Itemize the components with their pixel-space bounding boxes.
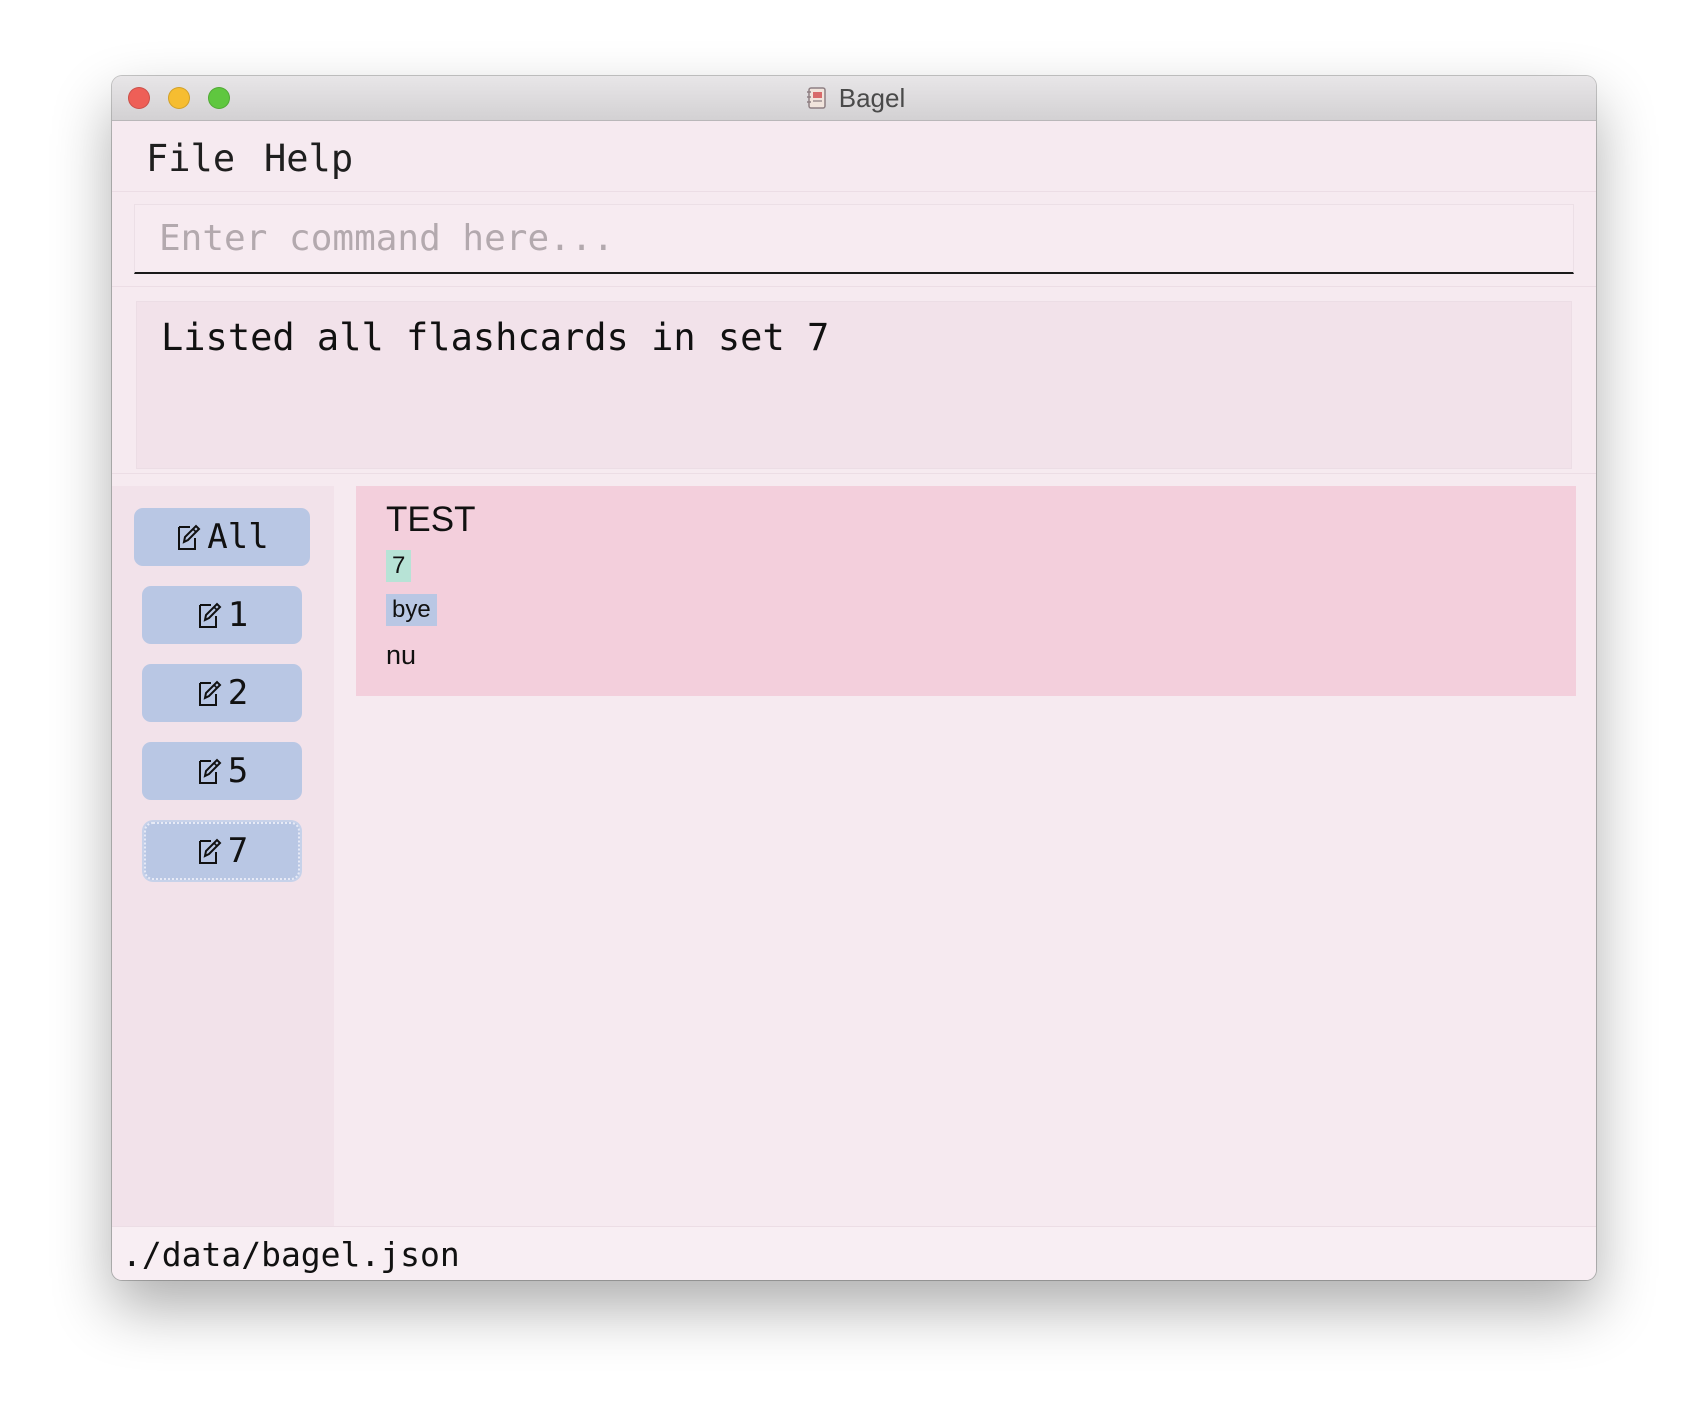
set-button-all[interactable]: All bbox=[134, 508, 310, 566]
window-title: Bagel bbox=[838, 82, 906, 113]
set-tag-row: 7 bbox=[386, 550, 1546, 594]
status-bar: ./data/bagel.json bbox=[112, 1226, 1596, 1280]
flashcard-answer: nu bbox=[386, 640, 417, 670]
result-display-area: Listed all flashcards in set 7 bbox=[112, 287, 1596, 474]
edit-icon bbox=[196, 756, 222, 786]
edit-icon bbox=[175, 522, 201, 552]
set-label: 5 bbox=[227, 751, 249, 791]
set-sidebar: All 1 2 5 7 bbox=[112, 486, 334, 1226]
set-button-5[interactable]: 5 bbox=[142, 742, 302, 800]
flashcard-title: TEST bbox=[386, 500, 476, 539]
menu-bar: File Help bbox=[112, 121, 1596, 192]
tag-row: bye bbox=[386, 594, 1546, 638]
title-bar[interactable]: Bagel bbox=[112, 76, 1596, 121]
set-button-1[interactable]: 1 bbox=[142, 586, 302, 644]
set-label: 2 bbox=[227, 673, 249, 713]
command-box-area bbox=[112, 192, 1596, 287]
result-display: Listed all flashcards in set 7 bbox=[136, 301, 1572, 469]
menu-file[interactable]: File bbox=[142, 133, 239, 184]
set-button-2[interactable]: 2 bbox=[142, 664, 302, 722]
flashcard-tag: bye bbox=[386, 594, 437, 626]
edit-icon bbox=[196, 600, 222, 630]
edit-icon bbox=[196, 836, 222, 866]
save-file-path: ./data/bagel.json bbox=[122, 1235, 460, 1274]
set-tag: 7 bbox=[386, 550, 412, 582]
set-label: 1 bbox=[227, 595, 249, 635]
flashcard-list: TEST 7 bye nu bbox=[334, 486, 1596, 1226]
app-window: Bagel File Help Listed all flashcards in… bbox=[112, 76, 1596, 1280]
set-button-7[interactable]: 7 bbox=[144, 822, 300, 880]
set-label: 7 bbox=[227, 831, 249, 871]
result-message: Listed all flashcards in set 7 bbox=[161, 316, 830, 359]
flashcard[interactable]: TEST 7 bye nu bbox=[356, 486, 1576, 696]
set-label: All bbox=[207, 517, 269, 557]
command-input[interactable] bbox=[134, 204, 1574, 274]
menu-help[interactable]: Help bbox=[260, 133, 357, 184]
window-title-group: Bagel bbox=[112, 76, 1596, 120]
notebook-icon bbox=[803, 84, 831, 112]
edit-icon bbox=[196, 678, 222, 708]
